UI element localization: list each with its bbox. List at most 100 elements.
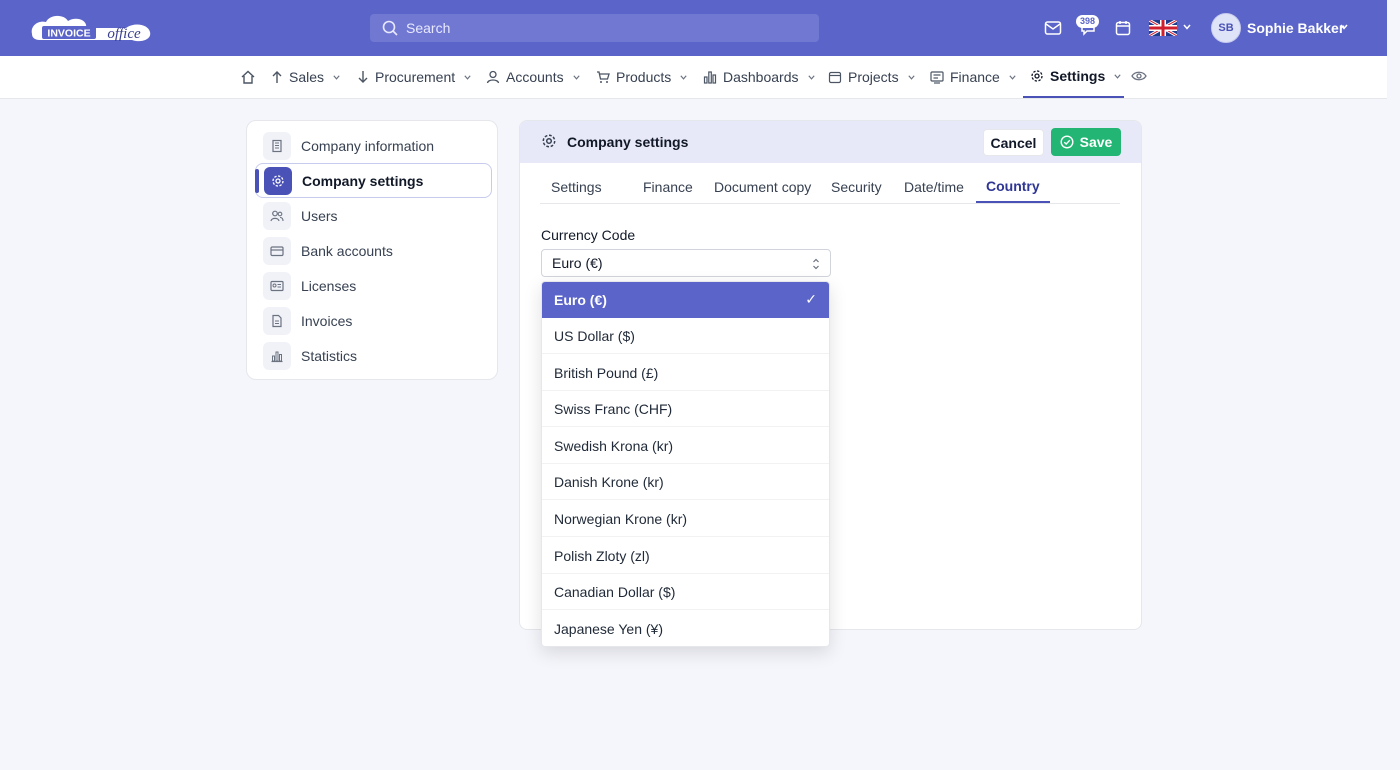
- sidebar-item-users[interactable]: Users: [255, 198, 492, 233]
- sidebar-item-label: Statistics: [301, 347, 358, 364]
- tab-date-time[interactable]: Date/time: [894, 171, 974, 203]
- home-icon[interactable]: [240, 69, 256, 85]
- sidebar-item-bank-accounts[interactable]: Bank accounts: [255, 233, 492, 268]
- option-label: US Dollar ($): [554, 327, 635, 344]
- option-label: Canadian Dollar ($): [554, 583, 676, 600]
- option-label: Danish Krone (kr): [554, 473, 664, 490]
- arrow-down-icon: [357, 70, 369, 84]
- mail-icon[interactable]: [1043, 18, 1063, 38]
- sidebar-item-company-settings[interactable]: Company settings: [255, 163, 492, 198]
- currency-option[interactable]: Swiss Franc (CHF): [542, 391, 829, 427]
- tab-security[interactable]: Security: [821, 171, 892, 203]
- uk-flag-icon[interactable]: [1149, 20, 1177, 36]
- currency-dropdown: Euro (€) ✓ US Dollar ($) British Pound (…: [541, 281, 830, 647]
- currency-option[interactable]: Swedish Krona (kr): [542, 428, 829, 464]
- nav-item-dashboards[interactable]: Dashboards: [703, 56, 816, 98]
- search-input[interactable]: Search: [370, 14, 819, 42]
- bar-chart-icon: [703, 70, 717, 84]
- chevron-down-icon: [572, 73, 581, 82]
- user-name[interactable]: Sophie Bakker: [1247, 20, 1344, 36]
- currency-option[interactable]: Norwegian Krone (kr): [542, 501, 829, 537]
- calendar-icon[interactable]: [1113, 18, 1133, 38]
- settings-sidebar: Company information Company settings Use…: [246, 120, 498, 380]
- currency-option[interactable]: Japanese Yen (¥): [542, 611, 829, 646]
- nav-label: Projects: [848, 69, 899, 85]
- currency-option[interactable]: US Dollar ($): [542, 318, 829, 354]
- nav-item-products[interactable]: Products: [596, 56, 688, 98]
- person-icon: [486, 70, 500, 84]
- chart-icon: [263, 341, 291, 370]
- page-title: Company settings: [567, 134, 689, 150]
- top-bar: INVOICE office Search 398 SB Sophie Bakk…: [0, 0, 1387, 56]
- chevron-down-icon[interactable]: [1182, 22, 1192, 32]
- tab-document-copy[interactable]: Document copy: [704, 171, 821, 203]
- cart-icon: [596, 70, 610, 84]
- currency-option[interactable]: Polish Zloty (zl): [542, 538, 829, 574]
- sidebar-item-label: Invoices: [301, 312, 353, 329]
- nav-item-sales[interactable]: Sales: [271, 56, 341, 98]
- eye-icon[interactable]: [1131, 69, 1147, 83]
- invoice-office-logo[interactable]: INVOICE office: [28, 12, 154, 44]
- tab-settings[interactable]: Settings: [541, 171, 612, 203]
- currency-code-label: Currency Code: [541, 227, 636, 243]
- nav-item-finance[interactable]: Finance: [930, 56, 1017, 98]
- nav-label: Dashboards: [723, 69, 799, 85]
- nav-label: Procurement: [375, 69, 456, 85]
- nav-label: Accounts: [506, 69, 564, 85]
- gear-icon: [264, 166, 292, 195]
- license-icon: [263, 271, 291, 300]
- nav-label: Products: [616, 69, 672, 85]
- notification-badge: 398: [1076, 15, 1100, 28]
- currency-option[interactable]: Danish Krone (kr): [542, 464, 829, 500]
- chevron-down-icon: [463, 73, 472, 82]
- finance-icon: [930, 70, 944, 84]
- nav-item-accounts[interactable]: Accounts: [486, 56, 581, 98]
- save-button[interactable]: Save: [1051, 128, 1121, 156]
- option-label: Polish Zloty (zl): [554, 547, 650, 564]
- sidebar-item-licenses[interactable]: Licenses: [255, 268, 492, 303]
- card-icon: [263, 236, 291, 265]
- option-label: Euro (€): [554, 292, 607, 308]
- search-icon: [382, 20, 398, 36]
- sidebar-item-company-information[interactable]: Company information: [255, 128, 492, 163]
- building-icon: [263, 131, 291, 160]
- tab-country[interactable]: Country: [976, 171, 1050, 203]
- currency-option[interactable]: Euro (€) ✓: [542, 282, 829, 318]
- currency-option[interactable]: British Pound (£): [542, 355, 829, 391]
- sidebar-item-statistics[interactable]: Statistics: [255, 338, 492, 373]
- currency-code-select[interactable]: Euro (€): [541, 249, 831, 277]
- option-label: Swiss Franc (CHF): [554, 400, 673, 417]
- chevron-down-icon: [679, 73, 688, 82]
- nav-item-settings[interactable]: Settings: [1023, 56, 1124, 98]
- option-label: Japanese Yen (¥): [554, 621, 663, 637]
- svg-text:INVOICE: INVOICE: [47, 28, 90, 40]
- option-label: Norwegian Krone (kr): [554, 510, 688, 527]
- chevron-down-icon: [1008, 73, 1017, 82]
- save-label: Save: [1079, 134, 1113, 150]
- chevron-up-down-icon: [813, 258, 819, 270]
- chevron-down-icon: [1113, 72, 1122, 81]
- panel-header: Company settings Cancel Save: [520, 121, 1141, 163]
- tab-finance[interactable]: Finance: [633, 171, 703, 203]
- sidebar-item-label: Company information: [301, 137, 435, 154]
- document-icon: [263, 306, 291, 335]
- nav-item-procurement[interactable]: Procurement: [357, 56, 472, 98]
- chevron-down-icon: [332, 73, 341, 82]
- svg-text:office: office: [107, 26, 141, 42]
- option-label: Swedish Krona (kr): [554, 437, 674, 454]
- option-label: British Pound (£): [554, 364, 659, 381]
- search-placeholder: Search: [406, 20, 451, 36]
- sidebar-item-invoices[interactable]: Invoices: [255, 303, 492, 338]
- checkmark-icon: ✓: [805, 291, 817, 307]
- cancel-button[interactable]: Cancel: [983, 129, 1044, 156]
- currency-option[interactable]: Canadian Dollar ($): [542, 574, 829, 610]
- nav-item-projects[interactable]: Projects: [828, 56, 916, 98]
- select-value: Euro (€): [552, 255, 603, 271]
- sidebar-item-label: Licenses: [301, 277, 357, 294]
- check-circle-icon: [1060, 135, 1074, 149]
- main-nav: Sales Procurement Accounts Products Dash…: [0, 56, 1387, 99]
- users-icon: [263, 201, 291, 230]
- chevron-down-icon[interactable]: [1339, 22, 1349, 32]
- sidebar-item-label: Bank accounts: [301, 242, 393, 259]
- avatar[interactable]: SB: [1211, 13, 1241, 43]
